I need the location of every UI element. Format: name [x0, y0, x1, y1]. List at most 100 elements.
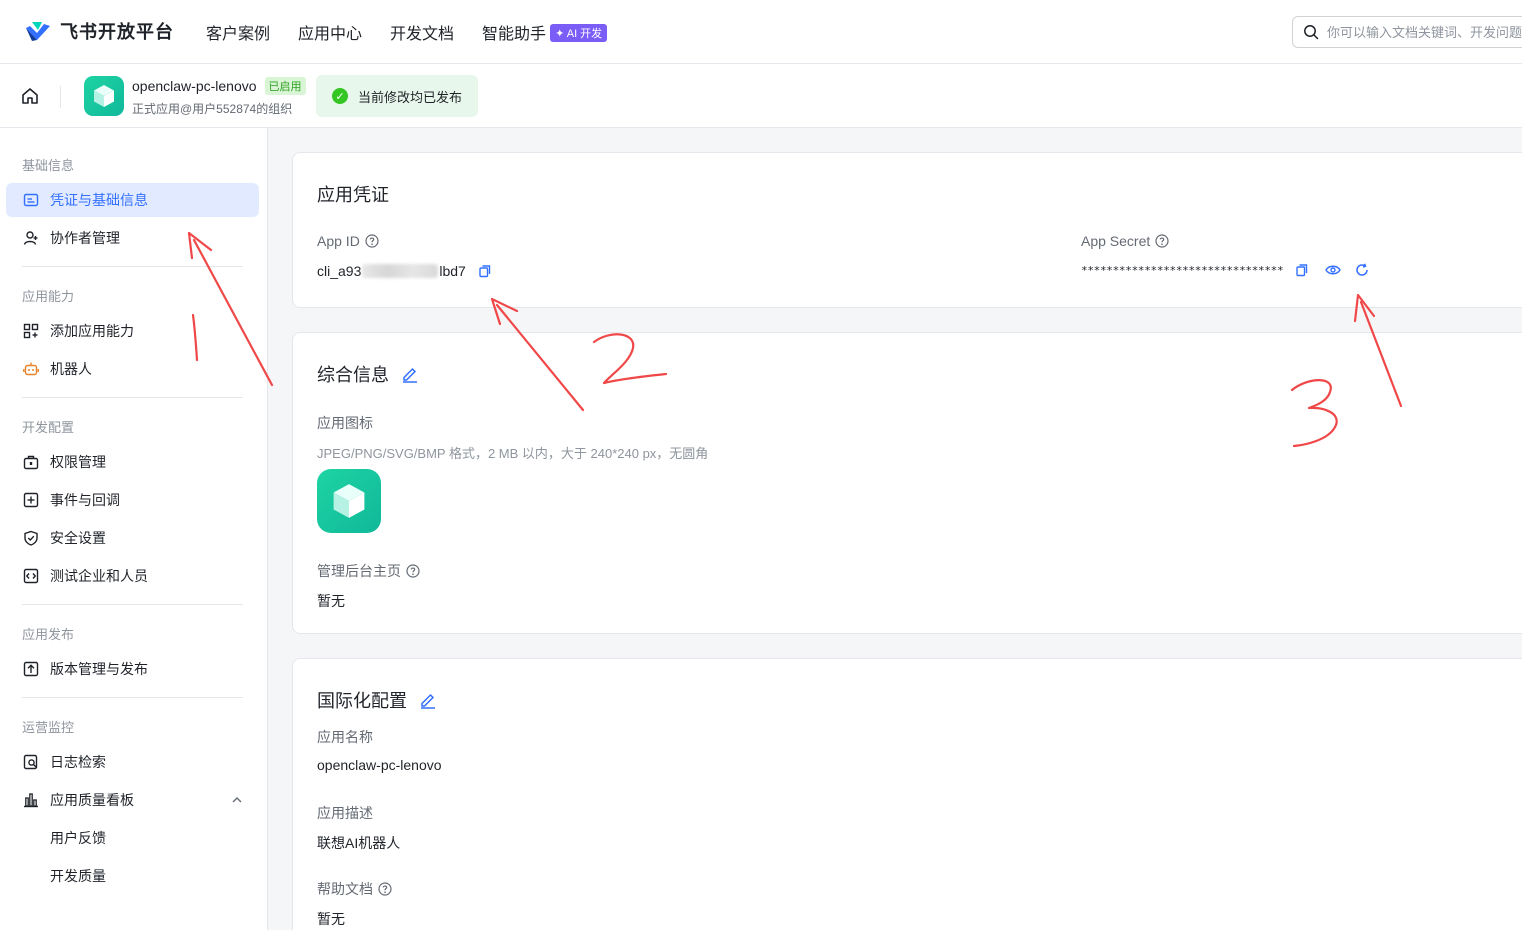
admin-home-label-row: 管理后台主页 — [317, 561, 420, 581]
pencil-icon — [403, 367, 417, 383]
home-button[interactable] — [20, 86, 40, 109]
app-id-label-row: App ID — [317, 233, 379, 249]
sidebar-item-label: 添加应用能力 — [50, 323, 134, 339]
app-secret-label: App Secret — [1081, 233, 1151, 249]
app-id-suffix: lbd7 — [439, 263, 466, 279]
app-header: openclaw-pc-lenovo 已启用 正式应用@用户552874的组织 … — [0, 64, 1522, 128]
app-secret-value-row: ******************************** — [1081, 263, 1369, 277]
sidebar-item-label: 权限管理 — [50, 454, 106, 470]
grid-add-icon — [22, 322, 40, 340]
redacted-block — [362, 264, 439, 278]
sidebar-item-label: 凭证与基础信息 — [50, 192, 148, 208]
app-subtitle: 正式应用@用户552874的组织 — [132, 102, 293, 116]
nav-ai-assistant[interactable]: 智能助手 ✦ AI 开发 — [482, 20, 608, 44]
i18n-title: 国际化配置 — [317, 691, 407, 711]
app-name: openclaw-pc-lenovo — [132, 78, 257, 94]
sidebar-item-test-enterprise[interactable]: 测试企业和人员 — [6, 559, 259, 593]
help-icon[interactable] — [406, 564, 420, 578]
copy-app-id-button[interactable] — [478, 264, 492, 278]
sidebar-item-collaborators[interactable]: 协作者管理 — [6, 221, 259, 255]
help-icon[interactable] — [378, 882, 392, 896]
app-icon-preview[interactable] — [317, 469, 381, 533]
search-icon — [1304, 25, 1319, 40]
publish-status-text: 当前修改均已发布 — [358, 89, 463, 105]
brand-logo[interactable]: 飞书开放平台 — [24, 18, 174, 44]
sidebar: 基础信息 凭证与基础信息 协作者管理 应用能力 添加应用能力 机器人 开发配置 … — [0, 128, 268, 930]
help-icon[interactable] — [365, 234, 379, 248]
nav-dev-docs[interactable]: 开发文档 — [390, 20, 454, 44]
search-input[interactable] — [1327, 24, 1522, 40]
shield-icon — [22, 529, 40, 547]
help-docs-label-row: 帮助文档 — [317, 879, 392, 899]
app-name-value: openclaw-pc-lenovo — [317, 757, 442, 773]
app-avatar — [84, 76, 124, 116]
copy-icon — [479, 265, 491, 278]
sidebar-divider — [22, 266, 243, 267]
sidebar-group-basic: 基础信息 — [22, 158, 75, 173]
admin-home-value: 暂无 — [317, 593, 345, 609]
reset-secret-button[interactable] — [1355, 263, 1369, 277]
sidebar-item-label: 用户反馈 — [50, 830, 106, 846]
app-id-prefix: cli_a93 — [317, 263, 362, 279]
app-id-value-row: cli_a93 lbd7 — [317, 263, 492, 279]
general-title-row: 综合信息 — [317, 361, 419, 387]
sidebar-item-label: 应用质量看板 — [50, 792, 134, 808]
app-icon-hint: JPEG/PNG/SVG/BMP 格式，2 MB 以内，大于 240*240 p… — [317, 446, 709, 461]
sidebar-item-quality-dashboard[interactable]: 应用质量看板 — [6, 783, 259, 817]
sidebar-item-events[interactable]: 事件与回调 — [6, 483, 259, 517]
reveal-secret-button[interactable] — [1325, 263, 1342, 277]
sidebar-item-label: 日志检索 — [50, 754, 106, 770]
help-docs-value: 暂无 — [317, 911, 345, 927]
app-id-label: App ID — [317, 233, 360, 249]
help-icon[interactable] — [1155, 234, 1169, 248]
home-icon — [22, 88, 38, 104]
sidebar-group-capabilities: 应用能力 — [22, 289, 75, 304]
nav-customer-cases[interactable]: 客户案例 — [206, 20, 270, 44]
sidebar-item-bot[interactable]: 机器人 — [6, 352, 259, 386]
main-content: 应用凭证 App ID cli_a93 lbd7 App Secret ****… — [268, 128, 1522, 930]
bar-chart-icon — [22, 791, 40, 809]
copy-secret-button[interactable] — [1295, 263, 1309, 277]
top-nav: 飞书开放平台 客户案例 应用中心 开发文档 智能助手 ✦ AI 开发 — [0, 0, 1522, 64]
i18n-title-row: 国际化配置 — [317, 687, 437, 713]
credentials-title: 应用凭证 — [317, 185, 389, 205]
cube-icon — [94, 85, 114, 107]
sidebar-divider — [22, 397, 243, 398]
sidebar-item-label: 开发质量 — [50, 868, 106, 884]
app-secret-label-row: App Secret — [1081, 233, 1169, 249]
sidebar-item-add-capability[interactable]: 添加应用能力 — [6, 314, 259, 348]
sidebar-item-log-search[interactable]: 日志检索 — [6, 745, 259, 779]
sidebar-item-user-feedback[interactable]: 用户反馈 — [6, 821, 259, 855]
nav-app-center[interactable]: 应用中心 — [298, 20, 362, 44]
edit-i18n-button[interactable] — [419, 691, 437, 709]
log-search-icon — [22, 753, 40, 771]
app-desc-value: 联想AI机器人 — [317, 835, 401, 851]
sidebar-item-credentials[interactable]: 凭证与基础信息 — [6, 183, 259, 217]
code-box-icon — [22, 567, 40, 585]
refresh-icon — [1356, 263, 1369, 276]
general-title: 综合信息 — [317, 365, 389, 385]
sidebar-divider — [22, 604, 243, 605]
sidebar-item-label: 协作者管理 — [50, 230, 120, 246]
credential-card-icon — [22, 191, 40, 209]
brand-title: 飞书开放平台 — [60, 22, 174, 42]
publish-status-banner: ✓ 当前修改均已发布 — [316, 75, 479, 117]
check-circle-icon: ✓ — [332, 88, 348, 104]
admin-home-label: 管理后台主页 — [317, 563, 401, 579]
sidebar-item-label: 机器人 — [50, 361, 92, 377]
status-badge: 已启用 — [264, 77, 306, 95]
chevron-up-icon[interactable] — [231, 793, 243, 809]
ai-dev-badge: ✦ AI 开发 — [550, 24, 608, 42]
briefcase-lock-icon — [22, 453, 40, 471]
robot-icon — [22, 360, 40, 378]
sidebar-group-dev-config: 开发配置 — [22, 420, 75, 435]
i18n-card: 国际化配置 应用名称 openclaw-pc-lenovo 应用描述 联想AI机… — [292, 658, 1522, 930]
sidebar-item-security[interactable]: 安全设置 — [6, 521, 259, 555]
sidebar-divider — [22, 697, 243, 698]
sidebar-item-permissions[interactable]: 权限管理 — [6, 445, 259, 479]
pencil-icon — [421, 693, 435, 709]
sidebar-item-versions[interactable]: 版本管理与发布 — [6, 652, 259, 686]
search-box[interactable] — [1292, 16, 1522, 48]
edit-general-button[interactable] — [401, 365, 419, 383]
sidebar-item-dev-quality[interactable]: 开发质量 — [6, 859, 259, 893]
